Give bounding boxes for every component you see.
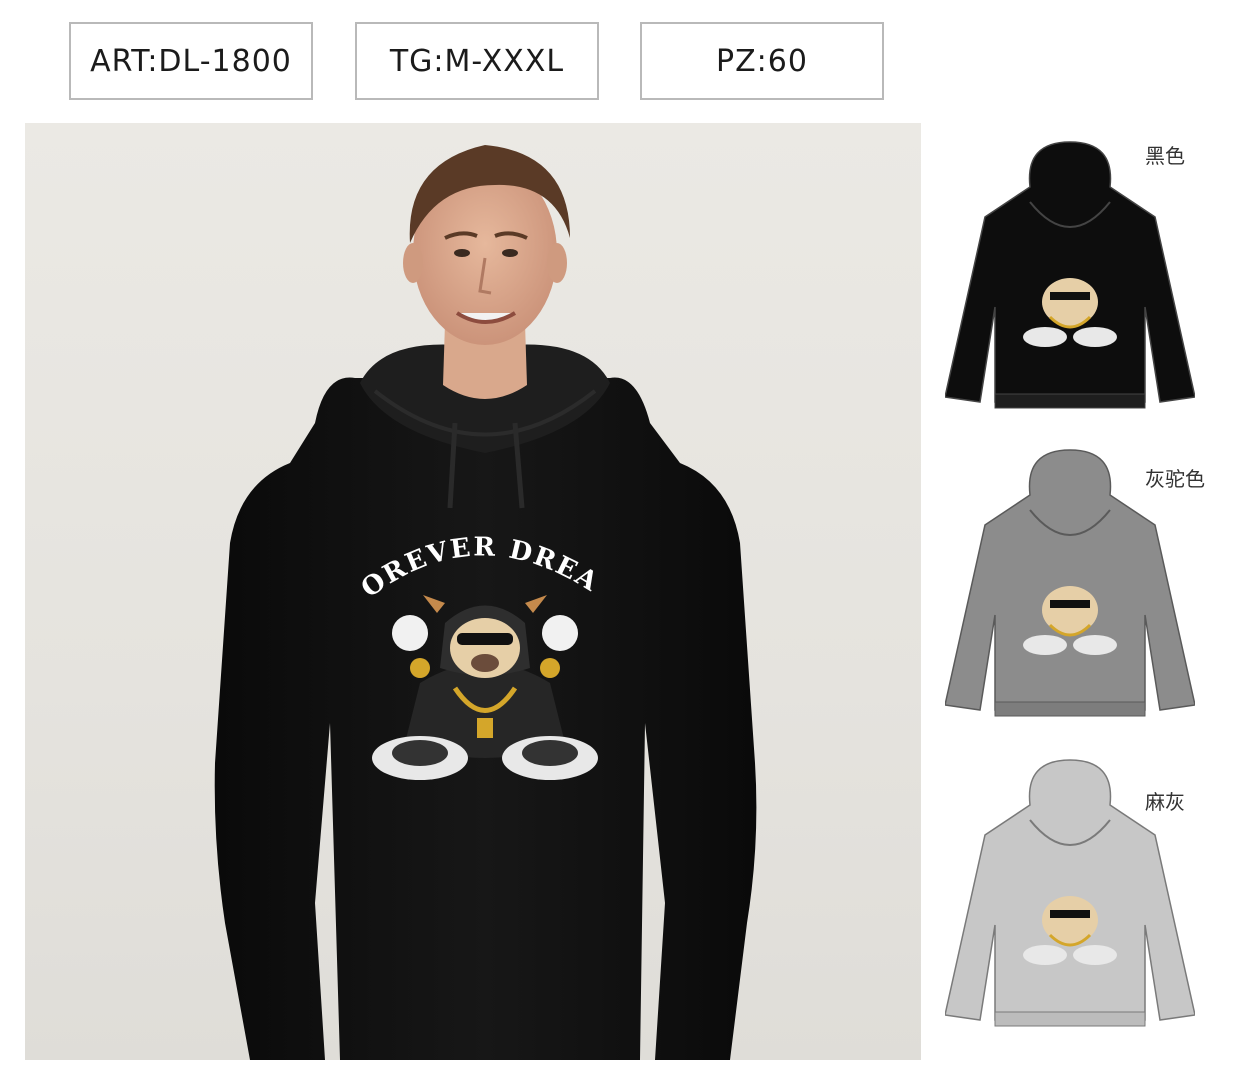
size-range-box: TG:M-XXXL	[355, 22, 599, 100]
variant-label-heather-grey: 麻灰	[1145, 790, 1185, 814]
model-photo: FOREVER DREAM	[25, 123, 921, 1060]
pieces-box: PZ:60	[640, 22, 884, 100]
art-number-box: ART:DL-1800	[69, 22, 313, 100]
variant-black	[945, 132, 1195, 432]
size-range-text: TG:M-XXXL	[389, 43, 565, 79]
variant-label-camel-grey: 灰驼色	[1145, 467, 1205, 491]
hoodie-sketch-black	[945, 141, 1195, 409]
pieces-text: PZ:60	[716, 43, 808, 79]
art-number-text: ART:DL-1800	[90, 43, 292, 79]
variant-label-black: 黑色	[1145, 144, 1185, 168]
model-illustration: FOREVER DREAM	[25, 123, 757, 1060]
